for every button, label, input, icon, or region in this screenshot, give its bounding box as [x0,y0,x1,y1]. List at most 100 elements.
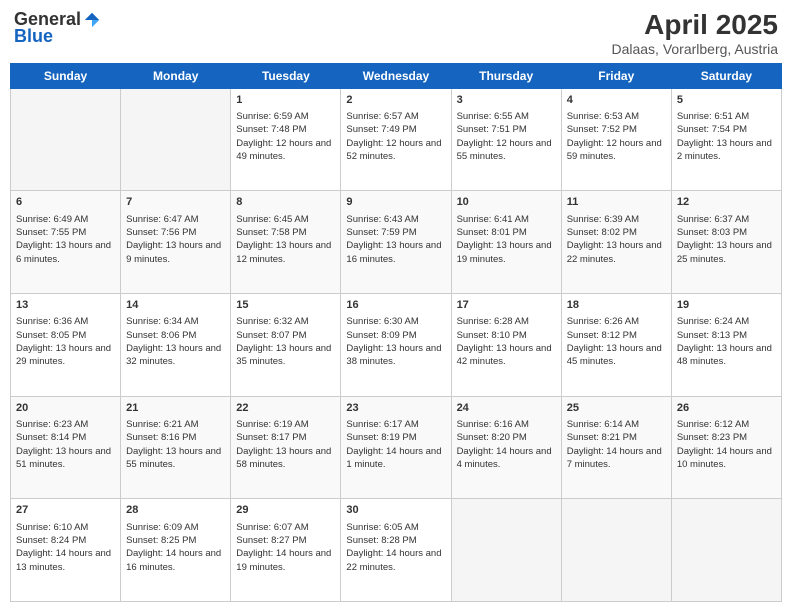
daylight-text: Daylight: 13 hours and 16 minutes. [346,239,445,266]
daylight-text: Daylight: 13 hours and 42 minutes. [457,342,556,369]
daylight-text: Daylight: 13 hours and 58 minutes. [236,445,335,472]
day-number: 12 [677,195,776,210]
day-number: 5 [677,93,776,108]
cell-content: 22Sunrise: 6:19 AMSunset: 8:17 PMDayligh… [236,401,335,472]
sunset-text: Sunset: 7:48 PM [236,123,335,136]
day-number: 25 [567,401,666,416]
sunset-text: Sunset: 8:01 PM [457,226,556,239]
calendar-cell: 13Sunrise: 6:36 AMSunset: 8:05 PMDayligh… [11,294,121,397]
sunrise-text: Sunrise: 6:10 AM [16,521,115,534]
sunset-text: Sunset: 8:16 PM [126,431,225,444]
day-number: 14 [126,298,225,313]
cell-content: 13Sunrise: 6:36 AMSunset: 8:05 PMDayligh… [16,298,115,369]
daylight-text: Daylight: 14 hours and 10 minutes. [677,445,776,472]
sunrise-text: Sunrise: 6:17 AM [346,418,445,431]
sunrise-text: Sunrise: 6:09 AM [126,521,225,534]
day-number: 22 [236,401,335,416]
sunset-text: Sunset: 7:51 PM [457,123,556,136]
calendar-cell: 14Sunrise: 6:34 AMSunset: 8:06 PMDayligh… [121,294,231,397]
month-title: April 2025 [611,10,778,41]
calendar-cell: 11Sunrise: 6:39 AMSunset: 8:02 PMDayligh… [561,191,671,294]
sunrise-text: Sunrise: 6:05 AM [346,521,445,534]
calendar-cell [561,499,671,602]
sunrise-text: Sunrise: 6:07 AM [236,521,335,534]
day-number: 6 [16,195,115,210]
sunset-text: Sunset: 8:06 PM [126,329,225,342]
sunrise-text: Sunrise: 6:28 AM [457,315,556,328]
calendar-cell: 17Sunrise: 6:28 AMSunset: 8:10 PMDayligh… [451,294,561,397]
day-number: 3 [457,93,556,108]
calendar-cell: 16Sunrise: 6:30 AMSunset: 8:09 PMDayligh… [341,294,451,397]
sunrise-text: Sunrise: 6:53 AM [567,110,666,123]
day-number: 1 [236,93,335,108]
daylight-text: Daylight: 13 hours and 45 minutes. [567,342,666,369]
weekday-header: Friday [561,63,671,88]
title-block: April 2025 Dalaas, Vorarlberg, Austria [611,10,778,57]
day-number: 4 [567,93,666,108]
cell-content: 21Sunrise: 6:21 AMSunset: 8:16 PMDayligh… [126,401,225,472]
calendar-table: SundayMondayTuesdayWednesdayThursdayFrid… [10,63,782,602]
weekday-header: Sunday [11,63,121,88]
calendar-cell: 10Sunrise: 6:41 AMSunset: 8:01 PMDayligh… [451,191,561,294]
sunset-text: Sunset: 7:52 PM [567,123,666,136]
sunrise-text: Sunrise: 6:41 AM [457,213,556,226]
cell-content: 12Sunrise: 6:37 AMSunset: 8:03 PMDayligh… [677,195,776,266]
calendar-cell: 20Sunrise: 6:23 AMSunset: 8:14 PMDayligh… [11,396,121,499]
sunset-text: Sunset: 8:24 PM [16,534,115,547]
sunrise-text: Sunrise: 6:21 AM [126,418,225,431]
cell-content: 4 Sunrise: 6:53 AMSunset: 7:52 PMDaylight… [567,93,666,164]
calendar-cell: 6Sunrise: 6:49 AMSunset: 7:55 PMDaylight… [11,191,121,294]
sunrise-text: Sunrise: 6:59 AM [236,110,335,123]
calendar-cell: 3Sunrise: 6:55 AMSunset: 7:51 PMDaylight… [451,88,561,191]
sunrise-text: Sunrise: 6:30 AM [346,315,445,328]
daylight-text: Daylight: 13 hours and 22 minutes. [567,239,666,266]
sunset-text: Sunset: 7:49 PM [346,123,445,136]
cell-content: 9Sunrise: 6:43 AMSunset: 7:59 PMDaylight… [346,195,445,266]
cell-content: 14Sunrise: 6:34 AMSunset: 8:06 PMDayligh… [126,298,225,369]
cell-content: 27Sunrise: 6:10 AMSunset: 8:24 PMDayligh… [16,503,115,574]
day-number: 11 [567,195,666,210]
daylight-text: Daylight: 12 hours and 49 minutes. [236,137,335,164]
cell-content: 23 Sunrise: 6:17 AMSunset: 8:19 PMDayligh… [346,401,445,472]
sunrise-text: Sunrise: 6:16 AM [457,418,556,431]
weekday-header: Saturday [671,63,781,88]
day-number: 2 [346,93,445,108]
daylight-text: Daylight: 13 hours and 48 minutes. [677,342,776,369]
calendar-cell: 15Sunrise: 6:32 AMSunset: 8:07 PMDayligh… [231,294,341,397]
cell-content: 29Sunrise: 6:07 AMSunset: 8:27 PMDayligh… [236,503,335,574]
sunset-text: Sunset: 8:19 PM [346,431,445,444]
day-number: 23 [346,401,445,416]
sunset-text: Sunset: 8:20 PM [457,431,556,444]
calendar-cell: 18Sunrise: 6:26 AMSunset: 8:12 PMDayligh… [561,294,671,397]
cell-content: 18Sunrise: 6:26 AMSunset: 8:12 PMDayligh… [567,298,666,369]
daylight-text: Daylight: 14 hours and 1 minute. [346,445,445,472]
sunset-text: Sunset: 8:28 PM [346,534,445,547]
calendar-cell: 29Sunrise: 6:07 AMSunset: 8:27 PMDayligh… [231,499,341,602]
cell-content: 1 Sunrise: 6:59 AMSunset: 7:48 PMDaylight… [236,93,335,164]
sunrise-text: Sunrise: 6:49 AM [16,213,115,226]
sunset-text: Sunset: 8:21 PM [567,431,666,444]
calendar-cell: 21Sunrise: 6:21 AMSunset: 8:16 PMDayligh… [121,396,231,499]
daylight-text: Daylight: 13 hours and 12 minutes. [236,239,335,266]
day-number: 9 [346,195,445,210]
daylight-text: Daylight: 14 hours and 7 minutes. [567,445,666,472]
daylight-text: Daylight: 13 hours and 55 minutes. [126,445,225,472]
cell-content: 28Sunrise: 6:09 AMSunset: 8:25 PMDayligh… [126,503,225,574]
calendar-cell: 4 Sunrise: 6:53 AMSunset: 7:52 PMDaylight… [561,88,671,191]
sunset-text: Sunset: 8:09 PM [346,329,445,342]
day-number: 16 [346,298,445,313]
sunrise-text: Sunrise: 6:39 AM [567,213,666,226]
sunrise-text: Sunrise: 6:36 AM [16,315,115,328]
cell-content: 7Sunrise: 6:47 AMSunset: 7:56 PMDaylight… [126,195,225,266]
calendar-cell [121,88,231,191]
logo-blue-text: Blue [14,26,53,47]
daylight-text: Daylight: 13 hours and 32 minutes. [126,342,225,369]
calendar-cell [11,88,121,191]
daylight-text: Daylight: 13 hours and 19 minutes. [457,239,556,266]
sunset-text: Sunset: 8:25 PM [126,534,225,547]
cell-content: 17Sunrise: 6:28 AMSunset: 8:10 PMDayligh… [457,298,556,369]
calendar-cell: 2Sunrise: 6:57 AMSunset: 7:49 PMDaylight… [341,88,451,191]
calendar-cell: 5Sunrise: 6:51 AMSunset: 7:54 PMDaylight… [671,88,781,191]
day-number: 27 [16,503,115,518]
daylight-text: Daylight: 12 hours and 59 minutes. [567,137,666,164]
